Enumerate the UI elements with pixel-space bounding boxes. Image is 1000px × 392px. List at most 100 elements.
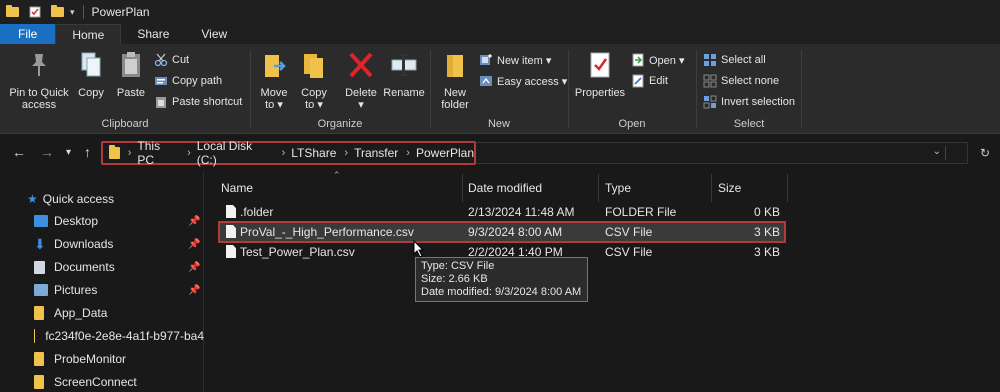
pin-to-quick-access-button[interactable]: Pin to Quick access [6, 50, 72, 111]
tab-home[interactable]: Home [55, 24, 122, 44]
breadcrumb-chevron-icon[interactable]: › [282, 147, 286, 159]
address-divider [945, 146, 946, 160]
new-group-label: New [487, 118, 510, 130]
pin-icon[interactable]: 📌 [188, 239, 200, 250]
sidebar-item-probemonitor[interactable]: ProbeMonitor [0, 348, 204, 370]
address-bar[interactable]: › This PC › Local Disk (C:) › LTShare › … [101, 139, 476, 167]
ribbon-tabs: File Home Share View [0, 24, 1000, 44]
sidebar-item-label: fc234f0e-2e8e-4a1f-b977-ba4 [45, 329, 204, 343]
file-list: ⌃ Name Date modified Type Size .folder 2… [205, 170, 1000, 392]
sidebar-item-documents[interactable]: Documents 📌 [0, 256, 204, 278]
move-to-icon [265, 55, 286, 77]
sidebar-item-screenconnect[interactable]: ScreenConnect [0, 371, 204, 392]
rename-icon [391, 54, 417, 76]
cut-button[interactable]: Cut [154, 51, 189, 69]
column-header-date[interactable]: Date modified [468, 176, 598, 200]
rename-label: Rename [383, 87, 425, 99]
tab-share[interactable]: Share [121, 24, 185, 44]
breadcrumb-powerplan[interactable]: PowerPlan [416, 146, 474, 160]
up-arrow-icon[interactable]: ↑ [84, 144, 91, 160]
forward-arrow-icon[interactable]: → [40, 144, 54, 160]
pin-icon[interactable]: 📌 [188, 285, 200, 296]
copy-to-button[interactable]: Copy to ▾ [297, 50, 331, 111]
easy-access-button[interactable]: Easy access ▾ [479, 72, 567, 90]
column-header-label: Date modified [468, 181, 543, 195]
column-header-type[interactable]: Type [605, 176, 710, 200]
recent-locations-chevron-icon[interactable]: ▾ [66, 147, 71, 158]
column-divider[interactable] [462, 174, 463, 202]
copy-path-icon [155, 77, 167, 85]
sidebar-item-pictures[interactable]: Pictures 📌 [0, 279, 204, 301]
open-label: Open ▾ [649, 54, 685, 67]
file-icon [226, 225, 236, 238]
copy-path-label: Copy path [172, 75, 223, 87]
paste-shortcut-button[interactable]: Paste shortcut [154, 93, 242, 111]
organize-group: Move to ▾ Copy to ▾ Delete ▾ Rename Orga… [251, 44, 429, 134]
copy-button[interactable]: Copy [74, 50, 108, 99]
column-divider[interactable] [598, 174, 599, 202]
breadcrumb-local-disk[interactable]: Local Disk (C:) [197, 139, 274, 167]
properties-button[interactable]: Properties [573, 50, 627, 99]
address-history-chevron-icon[interactable]: ⌄ [933, 146, 941, 157]
new-folder-button[interactable]: New folder [435, 50, 475, 111]
pin-icon[interactable]: 📌 [188, 216, 200, 227]
sidebar-item-quick-access[interactable]: ★ Quick access [0, 188, 204, 210]
clipboard-group-label: Clipboard [101, 118, 149, 130]
address-bar-extension[interactable]: ⌄ [476, 142, 968, 164]
new-folder-icon [447, 55, 463, 77]
breadcrumb-chevron-icon[interactable]: › [128, 147, 132, 159]
edit-button[interactable]: Edit [631, 72, 668, 90]
select-all-button[interactable]: Select all [703, 51, 766, 69]
new-item-button[interactable]: New item ▾ [479, 51, 551, 69]
sidebar-item-fc234f0e[interactable]: fc234f0e-2e8e-4a1f-b977-ba4 [0, 325, 204, 347]
pin-icon[interactable]: 📌 [188, 262, 200, 273]
column-divider[interactable] [711, 174, 712, 202]
column-divider[interactable] [787, 174, 788, 202]
paste-button[interactable]: Paste [112, 50, 150, 99]
sidebar-item-label: App_Data [54, 306, 108, 320]
breadcrumb-chevron-icon[interactable]: › [344, 147, 348, 159]
file-row-selected[interactable]: ProVal_-_High_Performance.csv 9/3/2024 8… [218, 221, 786, 243]
easy-access-label: Easy access ▾ [497, 75, 568, 88]
open-button[interactable]: Open ▾ [631, 51, 685, 69]
invert-selection-button[interactable]: Invert selection [703, 93, 795, 111]
download-arrow-icon: ⬇ [34, 236, 46, 252]
sidebar-item-desktop[interactable]: Desktop 📌 [0, 210, 204, 232]
column-header-size[interactable]: Size [718, 176, 788, 200]
edit-icon [632, 74, 644, 88]
file-row[interactable]: .folder 2/13/2024 11:48 AM FOLDER File 0… [218, 202, 786, 222]
quick-access-dropdown-icon[interactable]: ▾ [70, 7, 75, 18]
tooltip-size: Size: 2.66 KB [421, 273, 488, 285]
new-item-icon [480, 54, 492, 65]
tab-view[interactable]: View [185, 24, 243, 44]
column-header-label: Size [718, 181, 742, 195]
column-header-name[interactable]: Name [221, 176, 461, 200]
breadcrumb-chevron-icon[interactable]: › [187, 147, 191, 159]
new-folder-quick-icon[interactable] [51, 5, 64, 17]
breadcrumb-ltshare[interactable]: LTShare [291, 146, 336, 160]
back-arrow-icon[interactable]: ← [12, 144, 26, 160]
star-icon: ★ [27, 192, 38, 206]
refresh-icon[interactable]: ↻ [980, 146, 990, 160]
title-bar: ▾ PowerPlan [0, 0, 1000, 24]
sidebar-item-downloads[interactable]: ⬇ Downloads 📌 [0, 233, 204, 255]
column-header-label: Name [221, 181, 254, 195]
open-icon [632, 53, 644, 67]
properties-quick-icon[interactable] [29, 6, 41, 18]
file-size: 3 KB [753, 225, 780, 239]
file-date: 2/13/2024 11:48 AM [468, 205, 575, 219]
move-to-label-line2: to ▾ [265, 99, 283, 111]
folder-icon [34, 352, 44, 366]
breadcrumb-chevron-icon[interactable]: › [406, 147, 410, 159]
breadcrumb-this-pc[interactable]: This PC [137, 139, 179, 167]
rename-button[interactable]: Rename [383, 50, 425, 99]
sidebar-item-app-data[interactable]: App_Data [0, 302, 204, 324]
move-to-button[interactable]: Move to ▾ [257, 50, 291, 111]
select-none-button[interactable]: Select none [703, 72, 779, 90]
pin-icon [32, 54, 46, 76]
copy-path-button[interactable]: Copy path [154, 72, 222, 90]
breadcrumb-transfer[interactable]: Transfer [354, 146, 398, 160]
sidebar-item-label: Desktop [54, 214, 99, 228]
tab-file[interactable]: File [0, 24, 56, 44]
delete-button[interactable]: Delete ▾ [341, 50, 381, 111]
